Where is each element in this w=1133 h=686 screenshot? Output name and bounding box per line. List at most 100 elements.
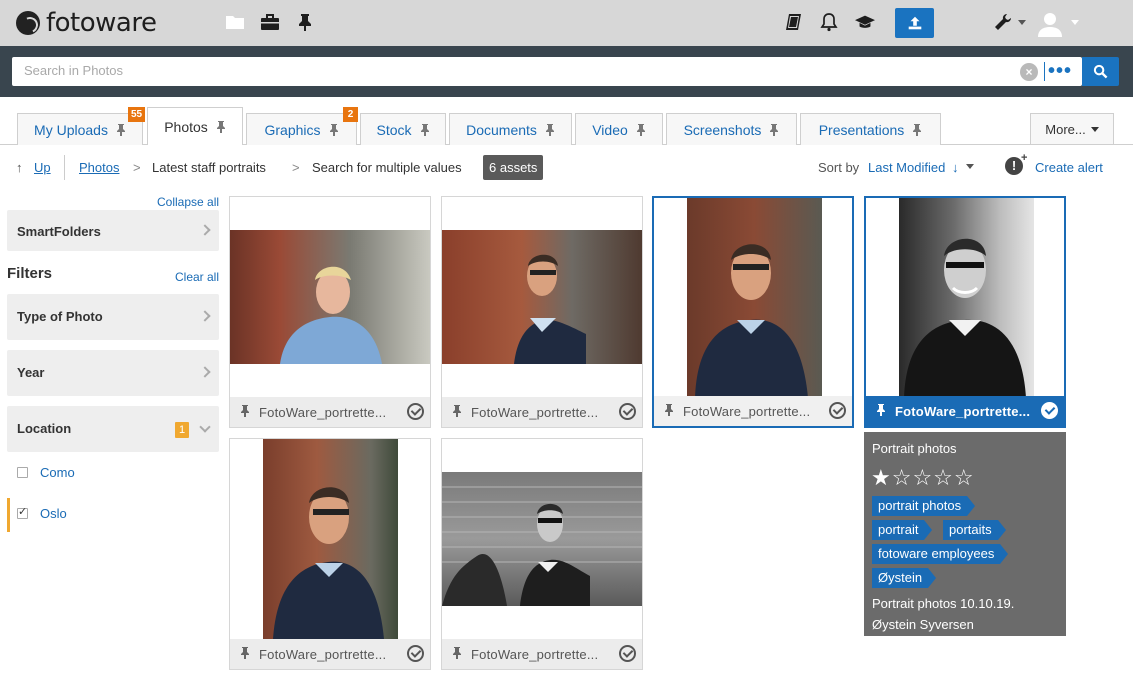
asset-thumbnail[interactable] xyxy=(899,198,1034,398)
smartfolders-panel[interactable]: SmartFolders xyxy=(7,210,219,251)
asset-card[interactable]: FotoWare_portrette... xyxy=(229,196,431,428)
breadcrumb-separator: > xyxy=(133,160,141,175)
tab-pin-icon[interactable] xyxy=(116,123,126,136)
user-caret-icon[interactable] xyxy=(1071,20,1079,25)
search-button[interactable] xyxy=(1082,57,1119,86)
asset-card[interactable]: FotoWare_portrette... xyxy=(229,438,431,670)
asset-card[interactable]: FotoWare_portrette... xyxy=(652,196,854,428)
info-title: Portrait photos xyxy=(872,441,957,456)
select-check-icon[interactable] xyxy=(619,403,636,420)
upload-button[interactable] xyxy=(895,8,934,38)
asset-card[interactable]: FotoWare_portrette... xyxy=(441,438,643,670)
tools-caret-icon[interactable] xyxy=(1018,20,1026,25)
breadcrumb-item-search: Search for multiple values xyxy=(312,160,462,175)
sort-field-dropdown[interactable]: Last Modified xyxy=(868,160,945,175)
tab-video[interactable]: Video xyxy=(575,113,663,145)
tag-chip[interactable]: portrait photos xyxy=(872,496,976,516)
collapse-all-link[interactable]: Collapse all xyxy=(157,195,219,209)
select-check-icon[interactable] xyxy=(619,645,636,662)
user-icon[interactable] xyxy=(1038,11,1062,37)
oslo-checkbox[interactable] xyxy=(17,505,28,519)
tab-label: Photos xyxy=(164,118,208,135)
tab-pin-icon[interactable] xyxy=(636,123,646,136)
tab-pin-icon[interactable] xyxy=(912,123,922,136)
more-tabs-button[interactable]: More... xyxy=(1030,113,1114,145)
select-check-icon[interactable] xyxy=(407,645,424,662)
advanced-search-button[interactable]: ••• xyxy=(1048,60,1072,82)
asset-card-active[interactable]: FotoWare_portrette... xyxy=(864,196,1066,428)
bell-icon[interactable] xyxy=(819,12,839,32)
search-icon xyxy=(1093,64,1108,79)
tab-pin-icon[interactable] xyxy=(420,123,430,136)
create-alert-link[interactable]: Create alert xyxy=(1035,160,1103,175)
pin-icon[interactable] xyxy=(295,12,315,32)
location-option-oslo[interactable]: Oslo xyxy=(7,498,219,532)
up-arrow-icon[interactable]: ↑ xyxy=(16,160,23,175)
tab-pin-icon[interactable] xyxy=(545,123,555,136)
asset-footer: FotoWare_portrette... xyxy=(654,396,852,426)
pin-icon[interactable] xyxy=(664,404,674,416)
clear-all-link[interactable]: Clear all xyxy=(175,270,219,284)
tab-pin-icon[interactable] xyxy=(216,120,226,133)
tag-chip[interactable]: portrait xyxy=(872,520,934,540)
up-link[interactable]: Up xyxy=(34,160,51,175)
pin-icon[interactable] xyxy=(240,647,250,659)
tab-pin-icon[interactable] xyxy=(769,123,779,136)
pin-icon[interactable] xyxy=(452,405,462,417)
asset-thumbnail[interactable] xyxy=(687,198,822,398)
como-checkbox[interactable] xyxy=(17,467,28,478)
fotoware-logo[interactable]: fotoware xyxy=(16,8,157,38)
pin-icon[interactable] xyxy=(240,405,250,417)
search-input[interactable] xyxy=(24,63,1004,78)
breadcrumb-item-staff-portraits[interactable]: Latest staff portraits xyxy=(152,160,266,175)
selected-check-icon[interactable] xyxy=(1041,402,1058,419)
pin-icon[interactable] xyxy=(452,647,462,659)
tab-documents[interactable]: Documents xyxy=(449,113,572,145)
sort-direction-icon[interactable]: ↓ xyxy=(952,160,959,175)
option-label[interactable]: Como xyxy=(40,465,75,480)
top-bar: fotoware xyxy=(0,0,1133,46)
graduation-cap-icon[interactable] xyxy=(855,12,875,32)
tag-chip[interactable]: fotoware employees xyxy=(872,544,1009,564)
wrench-icon[interactable] xyxy=(993,12,1013,32)
tab-screenshots[interactable]: Screenshots xyxy=(666,113,797,145)
filter-year[interactable]: Year xyxy=(7,350,219,396)
location-option-como[interactable]: Como xyxy=(7,457,219,491)
info-photographer: Øystein Syversen xyxy=(872,617,974,632)
tag-chip[interactable]: Øystein xyxy=(872,568,937,588)
clear-search-icon[interactable]: × xyxy=(1020,63,1038,81)
filters-heading: Filters xyxy=(7,265,53,282)
chevron-down-icon xyxy=(1090,126,1099,132)
asset-thumbnail[interactable] xyxy=(263,439,398,639)
pin-icon[interactable] xyxy=(876,404,886,416)
active-filter-marker xyxy=(7,498,10,532)
search-separator xyxy=(1044,62,1045,81)
filter-type-of-photo[interactable]: Type of Photo xyxy=(7,294,219,340)
location-count-badge: 1 xyxy=(175,422,189,438)
asset-card[interactable]: FotoWare_portrette... xyxy=(441,196,643,428)
chevron-down-icon xyxy=(199,421,211,433)
select-check-icon[interactable] xyxy=(407,403,424,420)
breadcrumb-photos-link[interactable]: Photos xyxy=(79,160,119,175)
select-check-icon[interactable] xyxy=(829,402,846,419)
tab-presentations[interactable]: Presentations xyxy=(800,113,941,145)
asset-footer: FotoWare_portrette... xyxy=(442,639,642,669)
asset-thumbnail[interactable] xyxy=(230,230,430,364)
filter-title: Location xyxy=(17,421,72,436)
sort-caret-icon[interactable] xyxy=(966,164,974,169)
briefcase-icon[interactable] xyxy=(260,12,280,32)
tab-my-uploads[interactable]: My Uploads 55 xyxy=(17,107,146,145)
tab-pin-icon[interactable] xyxy=(329,123,339,136)
tab-photos[interactable]: Photos xyxy=(147,107,243,145)
book-icon[interactable] xyxy=(784,12,804,32)
option-label[interactable]: Oslo xyxy=(40,506,67,521)
tab-graphics[interactable]: Graphics 2 xyxy=(246,107,358,145)
folder-icon[interactable] xyxy=(225,12,245,32)
asset-footer: FotoWare_portrette... xyxy=(230,639,430,669)
asset-thumbnail[interactable] xyxy=(442,230,642,364)
star-rating[interactable]: ★☆☆☆☆ xyxy=(871,465,975,491)
asset-thumbnail[interactable] xyxy=(442,472,642,606)
uploads-count-badge: 55 xyxy=(128,107,146,122)
tag-chip[interactable]: portaits xyxy=(943,520,1006,540)
tab-stock[interactable]: Stock xyxy=(360,113,446,145)
